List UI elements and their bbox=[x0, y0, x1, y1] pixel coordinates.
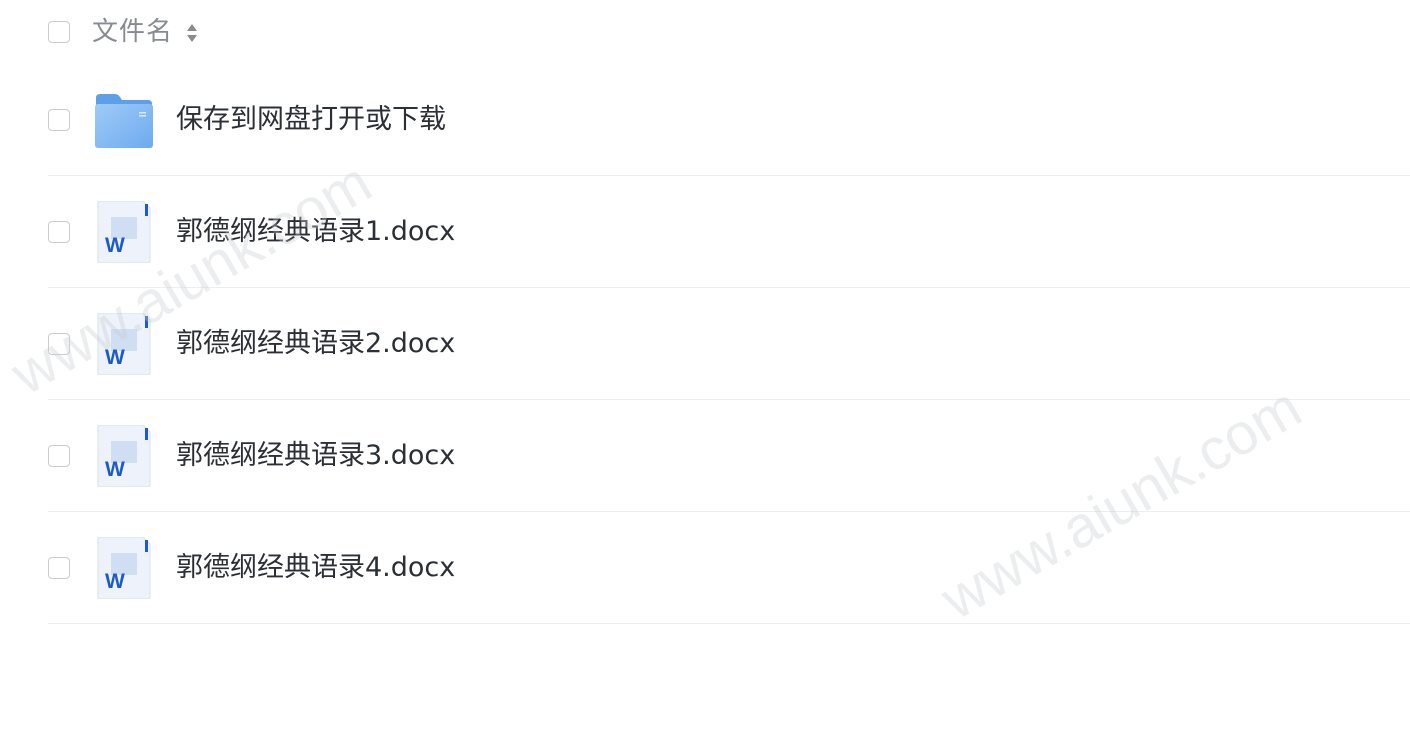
row-checkbox[interactable] bbox=[48, 221, 70, 243]
file-name[interactable]: 郭德纲经典语录2.docx bbox=[176, 326, 455, 362]
row-checkbox[interactable] bbox=[48, 109, 70, 131]
file-row[interactable]: W 郭德纲经典语录2.docx bbox=[0, 288, 1410, 400]
word-document-icon: W bbox=[97, 537, 151, 599]
row-checkbox[interactable] bbox=[48, 557, 70, 579]
file-list-header: 文件名 bbox=[0, 0, 1410, 64]
file-name[interactable]: 郭德纲经典语录4.docx bbox=[176, 550, 455, 586]
file-row[interactable]: W 郭德纲经典语录3.docx bbox=[0, 400, 1410, 512]
file-name[interactable]: 郭德纲经典语录1.docx bbox=[176, 214, 455, 250]
word-document-icon: W bbox=[97, 313, 151, 375]
word-document-icon: W bbox=[97, 425, 151, 487]
column-header-filename: 文件名 bbox=[92, 17, 174, 47]
row-divider bbox=[48, 623, 1410, 624]
word-icon-letter: W bbox=[105, 458, 125, 481]
select-all-checkbox[interactable] bbox=[48, 21, 70, 43]
sort-icon[interactable] bbox=[185, 22, 199, 44]
row-checkbox[interactable] bbox=[48, 333, 70, 355]
word-icon-letter: W bbox=[105, 234, 125, 257]
word-icon-letter: W bbox=[105, 570, 125, 593]
file-name[interactable]: 保存到网盘打开或下载 bbox=[176, 102, 446, 138]
file-name[interactable]: 郭德纲经典语录3.docx bbox=[176, 438, 455, 474]
word-icon-letter: W bbox=[105, 346, 125, 369]
file-row[interactable]: W 郭德纲经典语录4.docx bbox=[0, 512, 1410, 624]
file-row[interactable]: 保存到网盘打开或下载 bbox=[0, 64, 1410, 176]
row-checkbox[interactable] bbox=[48, 445, 70, 467]
folder-icon bbox=[95, 94, 153, 148]
word-document-icon: W bbox=[97, 201, 151, 263]
file-row[interactable]: W 郭德纲经典语录1.docx bbox=[0, 176, 1410, 288]
